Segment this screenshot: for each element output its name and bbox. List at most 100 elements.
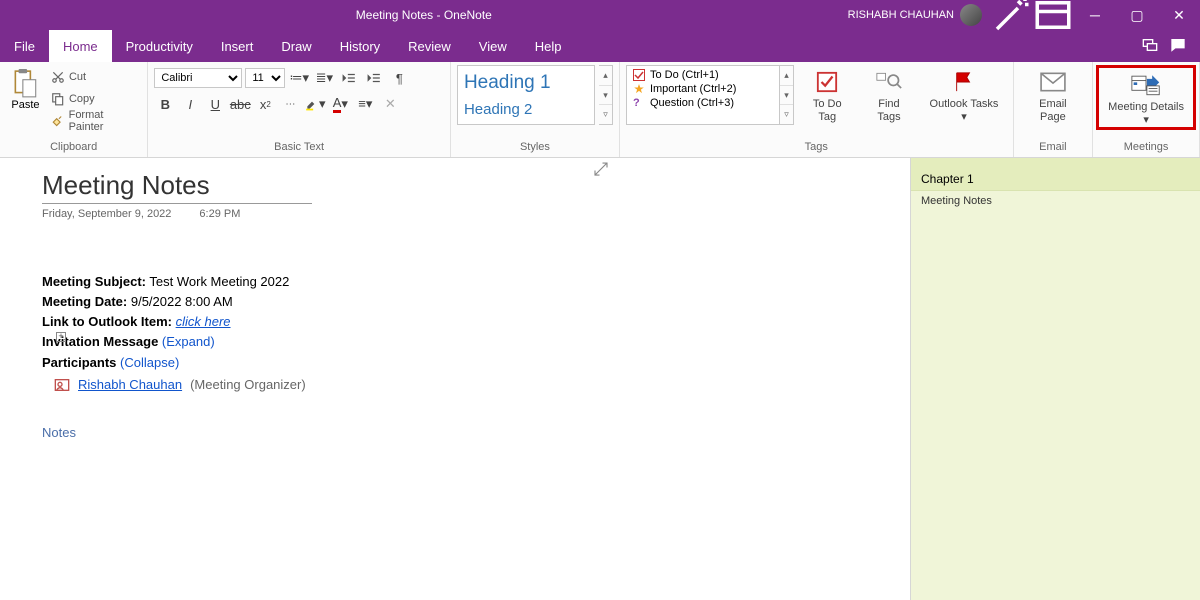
- todo-tag-button[interactable]: To Do Tag: [798, 65, 857, 124]
- contact-card-icon: [54, 377, 70, 393]
- group-meetings: Meeting Details ▾ Meetings: [1093, 62, 1200, 157]
- style-heading2[interactable]: Heading 2: [464, 101, 588, 118]
- indent-icon: [367, 71, 381, 85]
- superscript-button[interactable]: ⋯: [279, 93, 301, 115]
- group-label-clipboard: Clipboard: [6, 140, 141, 155]
- section-chapter[interactable]: Chapter 1: [911, 168, 1200, 191]
- panel-header-strip: [911, 158, 1200, 168]
- star-icon: [633, 83, 645, 95]
- meeting-date-label: Meeting Date:: [42, 294, 127, 309]
- group-label-basic-text: Basic Text: [154, 140, 444, 155]
- participant-name[interactable]: Rishabh Chauhan: [78, 375, 182, 395]
- group-basic-text: Calibri 11 ≔▾ ≣▾ ¶ B I U abc x2 ⋯ ▾ A▾ ≡…: [148, 62, 451, 157]
- meeting-details-button[interactable]: Meeting Details ▾: [1096, 65, 1196, 130]
- tab-home[interactable]: Home: [49, 30, 112, 62]
- minimize-button[interactable]: ─: [1074, 0, 1116, 30]
- close-button[interactable]: ✕: [1158, 0, 1200, 30]
- paintbrush-icon: [51, 114, 65, 128]
- notes-heading: Notes: [42, 423, 880, 443]
- group-clipboard: Paste Cut Copy Format Painter Clipboard: [0, 62, 148, 157]
- tag-important[interactable]: Important (Ctrl+2): [627, 82, 779, 96]
- note-canvas[interactable]: Meeting Notes Friday, September 9, 2022 …: [0, 158, 910, 600]
- search-tag-icon: [876, 69, 902, 95]
- bold-button[interactable]: B: [154, 93, 176, 115]
- page-list-item[interactable]: Meeting Notes: [911, 191, 1200, 211]
- subscript-button[interactable]: x2: [254, 93, 276, 115]
- window-title: Meeting Notes - OneNote: [0, 8, 848, 22]
- tab-review[interactable]: Review: [394, 30, 465, 62]
- tab-help[interactable]: Help: [521, 30, 576, 62]
- calendar-details-icon: [1131, 72, 1161, 98]
- copy-button[interactable]: Copy: [49, 89, 141, 109]
- group-tags: To Do (Ctrl+1) Important (Ctrl+2) ?Quest…: [620, 62, 1014, 157]
- highlight-icon: [305, 97, 319, 111]
- link-label: Link to Outlook Item:: [42, 314, 172, 329]
- paste-icon: [12, 69, 38, 99]
- styles-scroll[interactable]: ▴▾▿: [599, 65, 613, 125]
- group-label-email: Email: [1020, 140, 1087, 155]
- group-email: Email Page Email: [1014, 62, 1094, 157]
- page-date: Friday, September 9, 2022: [42, 208, 171, 220]
- maximize-button[interactable]: ▢: [1116, 0, 1158, 30]
- font-name-select[interactable]: Calibri: [154, 68, 242, 88]
- comment-icon[interactable]: [1170, 37, 1186, 56]
- group-label-styles: Styles: [457, 140, 613, 155]
- highlight-button[interactable]: ▾: [304, 93, 326, 115]
- user-badge[interactable]: RISHABH CHAUHAN: [848, 4, 982, 26]
- tags-gallery[interactable]: To Do (Ctrl+1) Important (Ctrl+2) ?Quest…: [626, 65, 780, 125]
- titlebar: Meeting Notes - OneNote RISHABH CHAUHAN …: [0, 0, 1200, 30]
- paragraph-button[interactable]: ¶: [388, 67, 410, 89]
- find-tags-button[interactable]: Find Tags: [861, 65, 918, 124]
- format-painter-button[interactable]: Format Painter: [49, 111, 141, 131]
- ribbon: Paste Cut Copy Format Painter Clipboard …: [0, 62, 1200, 158]
- group-styles: Heading 1 Heading 2 ▴▾▿ Styles: [451, 62, 620, 157]
- title-underline: [42, 203, 312, 204]
- styles-gallery[interactable]: Heading 1 Heading 2: [457, 65, 595, 125]
- align-button[interactable]: ≡▾: [354, 93, 376, 115]
- tab-file[interactable]: File: [0, 30, 49, 62]
- system-tray-icon[interactable]: [1142, 37, 1158, 56]
- email-page-button[interactable]: Email Page: [1020, 65, 1087, 124]
- italic-button[interactable]: I: [179, 93, 201, 115]
- outlook-link[interactable]: click here: [176, 314, 231, 329]
- outdent-button[interactable]: [338, 67, 360, 89]
- tag-question[interactable]: ?Question (Ctrl+3): [627, 96, 779, 110]
- group-label-tags: Tags: [626, 140, 1007, 155]
- tab-productivity[interactable]: Productivity: [112, 30, 207, 62]
- paste-button[interactable]: Paste: [6, 65, 45, 111]
- wand-icon[interactable]: [990, 0, 1032, 30]
- avatar: [960, 4, 982, 26]
- cut-button[interactable]: Cut: [49, 67, 141, 87]
- copy-icon: [51, 92, 65, 106]
- font-size-select[interactable]: 11: [245, 68, 285, 88]
- question-icon: ?: [633, 97, 645, 109]
- outdent-icon: [342, 71, 356, 85]
- underline-button[interactable]: U: [204, 93, 226, 115]
- window-layout-icon[interactable]: [1032, 0, 1074, 30]
- tab-history[interactable]: History: [326, 30, 394, 62]
- expand-link[interactable]: (Expand): [158, 334, 214, 349]
- font-color-button[interactable]: A▾: [329, 93, 351, 115]
- tab-view[interactable]: View: [465, 30, 521, 62]
- tab-insert[interactable]: Insert: [207, 30, 268, 62]
- group-label-meetings: Meetings: [1096, 140, 1196, 155]
- user-name: RISHABH CHAUHAN: [848, 9, 954, 21]
- outlook-tasks-button[interactable]: Outlook Tasks ▾: [921, 65, 1006, 124]
- expand-toggle[interactable]: +: [56, 332, 66, 342]
- tags-scroll[interactable]: ▴▾▿: [780, 65, 794, 125]
- collapse-link[interactable]: (Collapse): [116, 355, 179, 370]
- indent-button[interactable]: [363, 67, 385, 89]
- tag-todo[interactable]: To Do (Ctrl+1): [627, 68, 779, 82]
- meeting-body[interactable]: Meeting Subject: Test Work Meeting 2022 …: [42, 272, 880, 443]
- participant-role: (Meeting Organizer): [190, 375, 306, 395]
- tab-draw[interactable]: Draw: [267, 30, 325, 62]
- clear-formatting-button[interactable]: ✕: [379, 93, 401, 115]
- expand-arrow-icon[interactable]: [592, 160, 610, 178]
- bullets-button[interactable]: ≔▾: [288, 67, 310, 89]
- numbering-button[interactable]: ≣▾: [313, 67, 335, 89]
- page-title[interactable]: Meeting Notes: [42, 170, 880, 201]
- scissors-icon: [51, 70, 65, 84]
- content-area: Meeting Notes Friday, September 9, 2022 …: [0, 158, 1200, 600]
- style-heading1[interactable]: Heading 1: [464, 72, 588, 94]
- strikethrough-button[interactable]: abc: [229, 93, 251, 115]
